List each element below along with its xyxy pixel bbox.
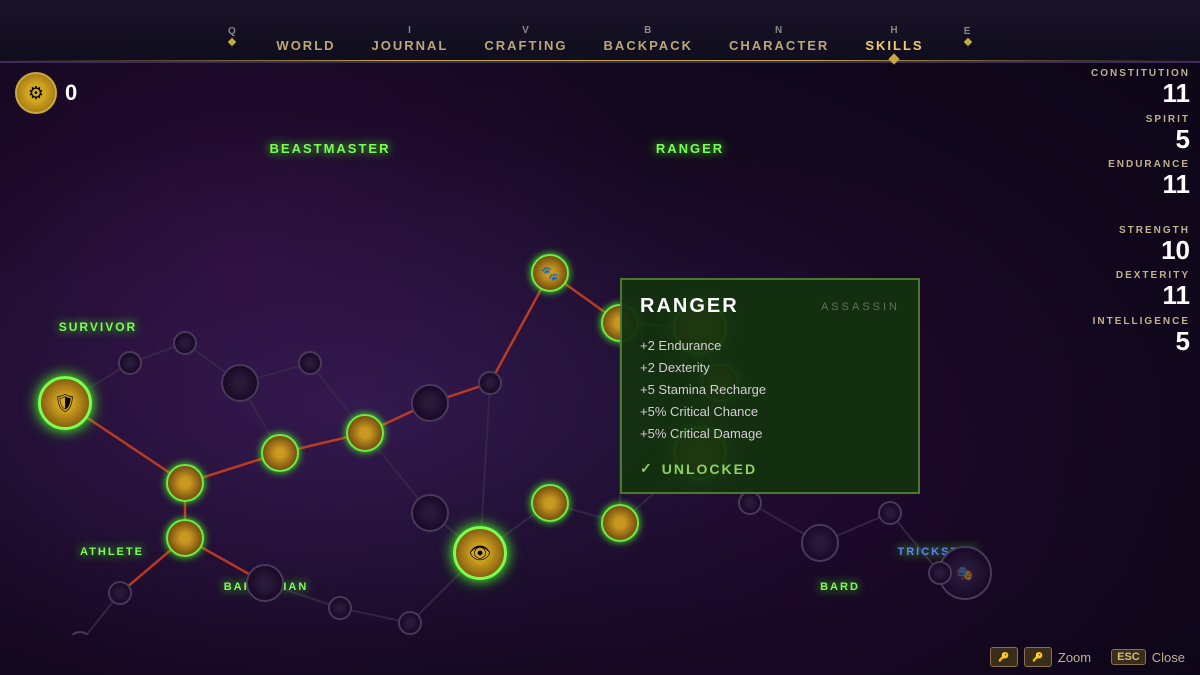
skill-tree: BEASTMASTER RANGER SURVIVOR ATHLETE BARB… [0, 63, 1070, 635]
nav-item-world[interactable]: WORLD [258, 36, 353, 53]
node-inactive-8[interactable] [108, 581, 132, 605]
nav-item-backpack[interactable]: B BACKPACK [586, 25, 711, 53]
node-survivor[interactable]: 🛡 [38, 376, 92, 430]
node-sm-2[interactable] [346, 414, 384, 452]
stat-value-endurance: 11 [1070, 170, 1190, 199]
node-inactive-5[interactable] [478, 371, 502, 395]
unlocked-text: UNLOCKED [662, 461, 757, 477]
close-label: Close [1152, 650, 1185, 665]
tooltip-panel: RANGER ASSASSIN +2 Endurance +2 Dexterit… [620, 278, 920, 494]
tooltip-unlocked: ✓ UNLOCKED [640, 460, 900, 477]
currency-value: 0 [65, 80, 77, 106]
nav-hotkey-journal: I [408, 25, 412, 36]
currency-icon: ⚙ [15, 72, 57, 114]
stat-endurance: ENDURANCE 11 [1070, 159, 1190, 199]
node-survivor-icon: 🛡 [41, 379, 89, 427]
label-ranger: RANGER [656, 141, 724, 156]
node-inactive-12[interactable] [738, 491, 762, 515]
stat-constitution: CONSTITUTION 11 [1070, 68, 1190, 108]
node-center-special[interactable]: 👁 [453, 526, 507, 580]
nav-label-world: WORLD [276, 38, 335, 53]
node-inactive-9[interactable] [246, 564, 284, 602]
node-inactive-16[interactable] [928, 561, 952, 585]
stat-label-spirit: SPIRIT [1070, 114, 1190, 125]
stat-strength: STRENGTH 10 [1070, 225, 1190, 265]
node-inactive-4[interactable] [411, 384, 449, 422]
nav-bar: Q WORLD I JOURNAL V CRAFTING B BACKPACK … [0, 0, 1200, 63]
tooltip-stat-1: +2 Endurance [640, 335, 900, 357]
nav-label-backpack: BACKPACK [604, 38, 693, 53]
stat-spirit: SPIRIT 5 [1070, 114, 1190, 154]
nav-hotkey-q: Q [228, 26, 237, 37]
nav-item-character[interactable]: N CHARACTER [711, 25, 847, 53]
close-hint: ESC Close [1111, 649, 1185, 665]
node-inactive-6[interactable] [173, 331, 197, 355]
label-athlete: ATHLETE [80, 546, 144, 558]
zoom-key-icon2: 🔑 [1024, 647, 1052, 667]
stat-value-constitution: 11 [1070, 79, 1190, 108]
nav-label-skills: SKILLS [865, 38, 923, 53]
nav-item-e[interactable]: E [942, 26, 994, 53]
nav-label-character: CHARACTER [729, 38, 829, 53]
tooltip-title: RANGER [640, 295, 739, 318]
node-sm-3[interactable] [531, 484, 569, 522]
node-mid1-icon [263, 436, 297, 470]
tooltip-subtitle: ASSASSIN [821, 301, 900, 313]
nav-item-journal[interactable]: I JOURNAL [354, 25, 467, 53]
nav-hotkey-backpack: B [644, 25, 652, 36]
tooltip-stat-4: +5% Critical Chance [640, 401, 900, 423]
zoom-key-icon: 🔑 [990, 647, 1018, 667]
label-survivor: SURVIVOR [59, 320, 137, 334]
node-inactive-3[interactable] [298, 351, 322, 375]
stat-value-dexterity: 11 [1070, 281, 1190, 310]
node-sm-1[interactable] [166, 519, 204, 557]
checkmark-icon: ✓ [640, 460, 654, 477]
node-inactive-2[interactable] [221, 364, 259, 402]
stat-divider [1070, 205, 1190, 225]
nav-hotkey-crafting: V [522, 25, 530, 36]
node-center-icon: 👁 [456, 529, 504, 577]
node-inactive-11[interactable] [398, 611, 422, 635]
node-inactive-13[interactable] [801, 524, 839, 562]
node-inactive-1[interactable] [118, 351, 142, 375]
stat-label-intelligence: INTELLIGENCE [1070, 316, 1190, 327]
tooltip-stat-2: +2 Dexterity [640, 357, 900, 379]
tooltip-stat-5: +5% Critical Damage [640, 423, 900, 445]
stat-intelligence: INTELLIGENCE 5 [1070, 316, 1190, 356]
stat-value-intelligence: 5 [1070, 327, 1190, 356]
zoom-hint: 🔑 🔑 Zoom [990, 647, 1091, 667]
node-beastmaster-1[interactable]: 🐾 [531, 254, 569, 292]
label-bard: BARD [820, 581, 860, 593]
node-mid2-icon [168, 466, 202, 500]
label-beastmaster: BEASTMASTER [270, 141, 391, 156]
node-inactive-14[interactable] [878, 501, 902, 525]
node-sm-4[interactable] [601, 504, 639, 542]
stat-value-strength: 10 [1070, 236, 1190, 265]
nav-hotkey-skills: H [890, 25, 898, 36]
node-bm1-icon: 🐾 [533, 256, 567, 290]
nav-item-skills[interactable]: H SKILLS [847, 25, 941, 53]
nav-label-journal: JOURNAL [372, 38, 449, 53]
node-mid-2[interactable] [166, 464, 204, 502]
nav-dot-q [228, 38, 236, 46]
bottom-bar: 🔑 🔑 Zoom ESC Close [975, 639, 1200, 675]
nav-item-crafting[interactable]: V CRAFTING [466, 25, 585, 53]
currency-display: ⚙ 0 [15, 72, 77, 114]
nav-hotkey-e: E [964, 26, 972, 37]
stats-panel: CONSTITUTION 11 SPIRIT 5 ENDURANCE 11 ST… [1070, 68, 1190, 362]
nav-dot-e [963, 38, 971, 46]
node-inactive-7[interactable] [411, 494, 449, 532]
nav-item-q[interactable]: Q [206, 26, 258, 53]
tooltip-stat-3: +5 Stamina Recharge [640, 379, 900, 401]
nav-hotkey-character: N [775, 25, 783, 36]
nav-label-crafting: CRAFTING [484, 38, 567, 53]
stat-value-spirit: 5 [1070, 125, 1190, 154]
node-mid-1[interactable] [261, 434, 299, 472]
zoom-label: Zoom [1058, 650, 1091, 665]
stat-dexterity: DEXTERITY 11 [1070, 270, 1190, 310]
close-key: ESC [1111, 649, 1146, 665]
node-inactive-10[interactable] [328, 596, 352, 620]
